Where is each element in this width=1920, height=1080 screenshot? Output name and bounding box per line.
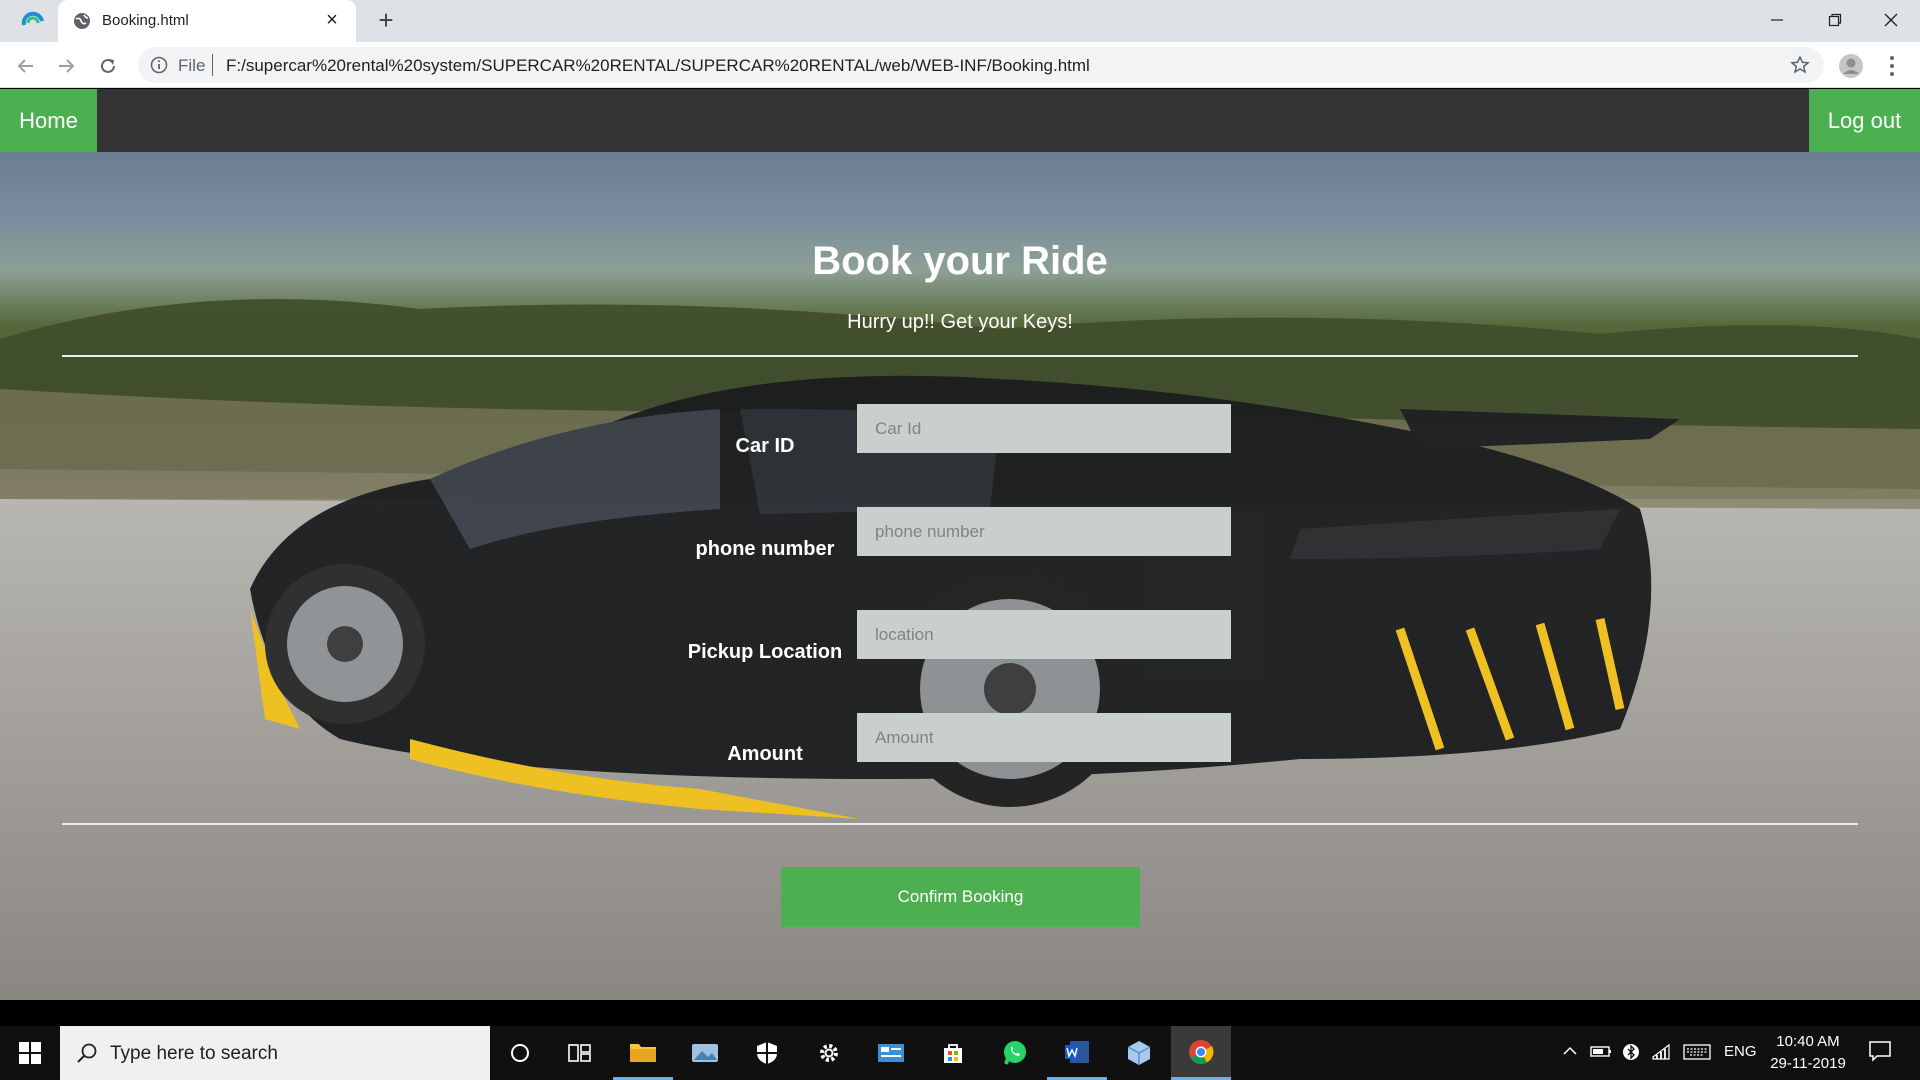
car-id-label: Car ID [735,435,795,457]
phone-number-label: phone number [695,538,835,560]
taskbar-row: Type here to search ENG 10:40 AM 29-11-2… [0,1026,1920,1080]
profile-avatar-icon[interactable] [1838,53,1864,79]
windows-security-icon[interactable] [737,1026,797,1080]
keyboard-icon[interactable] [1683,1043,1711,1065]
wifi-icon[interactable] [1651,1043,1671,1065]
logout-link[interactable]: Log out [1809,89,1920,152]
scheme-label: File [178,56,206,75]
clock-time: 10:40 AM [1776,1033,1840,1050]
task-view-icon[interactable] [550,1026,610,1080]
clock-date: 29-11-2019 [1770,1055,1846,1072]
pickup-location-input[interactable] [857,610,1231,659]
windows-start-icon[interactable] [0,1026,60,1080]
settings-gear-icon[interactable] [799,1026,859,1080]
taskbar-search-box[interactable]: Type here to search [60,1026,490,1080]
amount-label: Amount [727,743,803,765]
language-indicator[interactable]: ENG [1724,1043,1757,1060]
pickup-location-label: Pickup Location [687,641,843,663]
windows-taskbar: Type here to search ENG 10:40 AM 29-11-2… [0,1000,1920,1080]
menu-kebab-icon[interactable] [1882,53,1902,79]
new-tab-button[interactable]: + [372,7,400,35]
phone-number-input[interactable] [857,507,1231,556]
minimize-icon[interactable] [1748,0,1806,40]
top-divider [62,355,1858,357]
chrome-icon[interactable] [1171,1026,1231,1080]
browser-tab-strip: Booking.html × + [0,0,1920,42]
page-title: Book your Ride [812,239,1108,283]
window-close-icon[interactable] [1862,0,1920,40]
back-arrow-icon[interactable] [12,52,40,80]
globe-icon [72,11,92,31]
tab-title: Booking.html [102,12,189,29]
forward-arrow-icon[interactable] [52,52,80,80]
tab-close-icon[interactable]: × [320,8,344,32]
url-text[interactable]: F:/supercar%20rental%20system/SUPERCAR%2… [226,56,1090,76]
bottom-divider [62,823,1858,825]
cortana-icon[interactable] [490,1026,550,1080]
info-icon[interactable] [150,56,168,74]
photos-icon[interactable] [675,1026,735,1080]
restore-icon[interactable] [1806,0,1864,40]
address-separator [212,54,213,76]
home-link[interactable]: Home [0,89,97,152]
page-subtitle: Hurry up!! Get your Keys! [847,311,1073,333]
browser-toolbar: File F:/supercar%20rental%20system/SUPER… [0,42,1920,88]
microsoft-store-icon[interactable] [923,1026,983,1080]
3d-viewer-icon[interactable] [1109,1026,1169,1080]
file-explorer-icon[interactable] [613,1026,673,1080]
booking-page: Home Log out Book your Ride Hurry up!! G… [0,89,1920,1000]
address-bar[interactable]: File F:/supercar%20rental%20system/SUPER… [138,47,1824,83]
whatsapp-icon[interactable] [985,1026,1045,1080]
car-id-input[interactable] [857,404,1231,453]
taskbar-clock[interactable]: 10:40 AM 29-11-2019 [1760,1031,1856,1075]
bluetooth-tray-icon[interactable] [1622,1043,1640,1065]
show-hidden-icons-chevron-icon[interactable] [1562,1043,1578,1063]
search-icon [76,1042,98,1064]
reload-icon[interactable] [94,52,122,80]
battery-icon[interactable] [1590,1043,1612,1063]
confirm-booking-button[interactable]: Confirm Booking [781,867,1140,927]
tab-booking[interactable]: Booking.html × [58,0,356,42]
bookmark-star-icon[interactable] [1790,55,1810,75]
amount-input[interactable] [857,713,1231,762]
search-placeholder: Type here to search [110,1043,278,1064]
control-panel-icon[interactable] [861,1026,921,1080]
word-icon[interactable] [1047,1026,1107,1080]
edge-app-icon[interactable] [20,9,46,33]
top-navigation-bar: Home Log out [0,89,1920,152]
notifications-icon[interactable] [1868,1040,1892,1066]
